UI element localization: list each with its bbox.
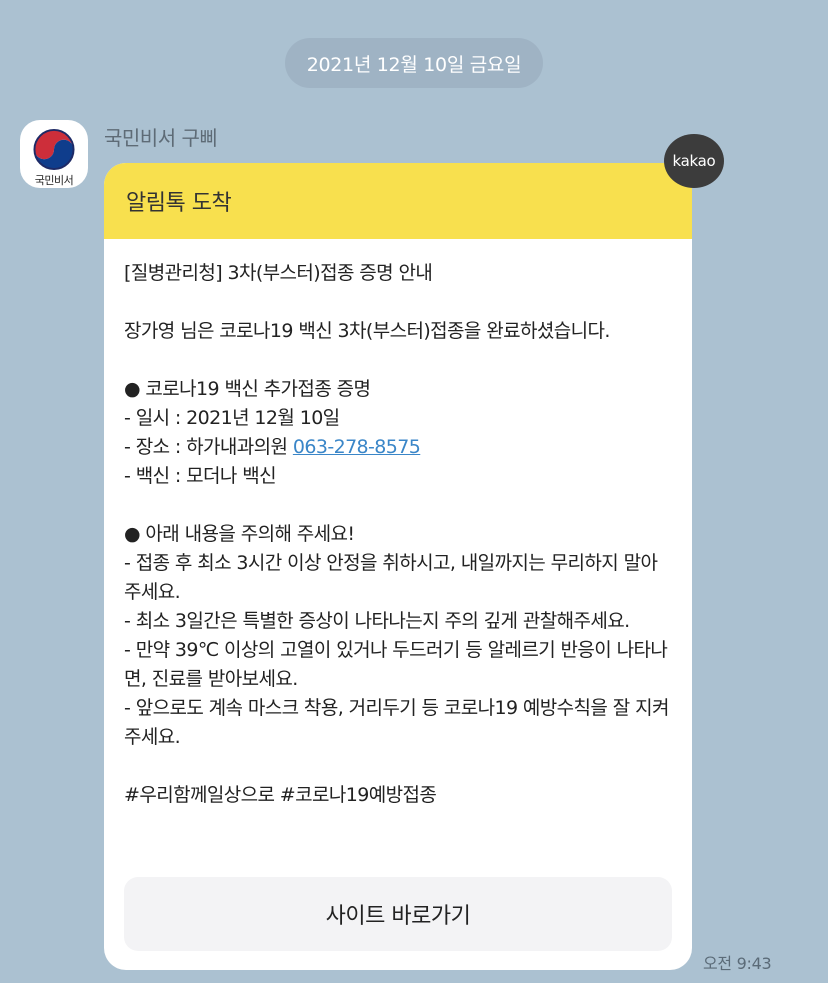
caution-item: - 앞으로도 계속 마스크 착용, 거리두기 등 코로나19 예방수칙을 잘 지… [124, 697, 669, 748]
cert-vaccine: - 백신 : 모더나 백신 [124, 465, 277, 487]
cert-place: - 장소 : 하가내과의원 063-278-8575 [124, 433, 672, 462]
message-intro: 장가영 님은 코로나19 백신 3차(부스터)접종을 완료하셨습니다. [124, 320, 610, 342]
message-title: [질병관리청] 3차(부스터)접종 증명 안내 [124, 262, 433, 284]
phone-link[interactable]: 063-278-8575 [293, 436, 421, 458]
caution-heading: ● 아래 내용을 주의해 주세요! [124, 523, 355, 545]
avatar-label: 국민비서 [34, 174, 74, 187]
message-body: [질병관리청] 3차(부스터)접종 증명 안내 장가영 님은 코로나19 백신 … [104, 239, 692, 810]
message-header: 알림톡 도착 [104, 163, 692, 239]
korea-government-taegeuk-icon [33, 128, 75, 171]
alimtalk-message-bubble: 알림톡 도착 [질병관리청] 3차(부스터)접종 증명 안내 장가영 님은 코로… [104, 163, 692, 970]
avatar[interactable]: 국민비서 [20, 120, 88, 188]
cert-heading: ● 코로나19 백신 추가접종 증명 [124, 378, 371, 400]
caution-item: - 만약 39℃ 이상의 고열이 있거나 두드러기 등 알레르기 반응이 나타나… [124, 639, 668, 690]
hashtags: #우리함께일상으로 #코로나19예방접종 [124, 784, 437, 806]
kakao-badge: kakao [664, 134, 724, 188]
caution-item: - 접종 후 최소 3시간 이상 안정을 취하시고, 내일까지는 무리하지 말아… [124, 552, 658, 603]
cert-date: - 일시 : 2021년 12월 10일 [124, 407, 340, 429]
visit-site-button[interactable]: 사이트 바로가기 [124, 877, 672, 951]
sender-name: 국민비서 구삐 [104, 126, 218, 150]
message-time: 오전 9:43 [703, 954, 772, 973]
cert-place-text: - 장소 : 하가내과의원 [124, 436, 293, 458]
date-divider: 2021년 12월 10일 금요일 [285, 38, 543, 88]
caution-item: - 최소 3일간은 특별한 증상이 나타나는지 주의 깊게 관찰해주세요. [124, 610, 630, 632]
